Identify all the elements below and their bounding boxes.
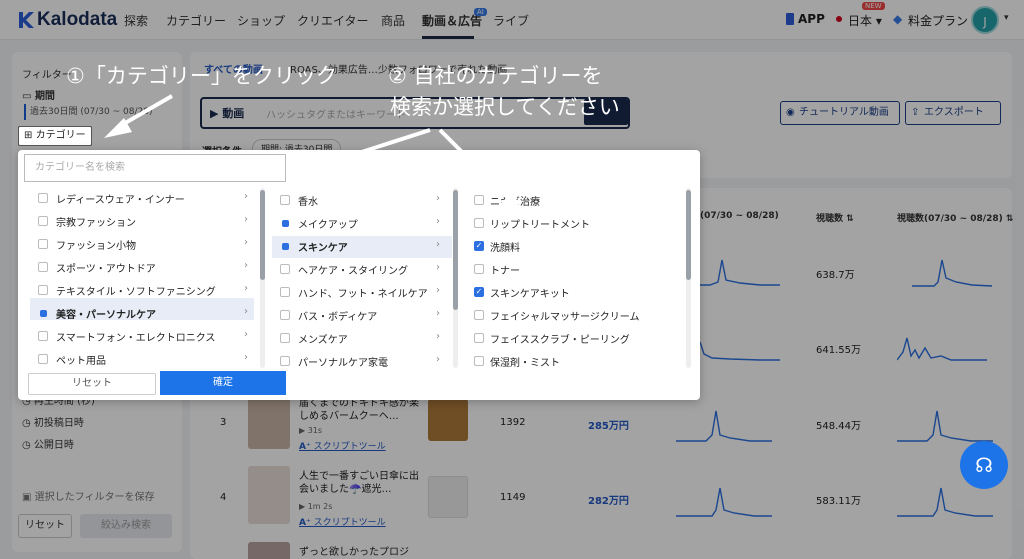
step3-annotation: ③「確定」を押す: [302, 375, 468, 399]
step2-annotation-line1: ② 自社のカテゴリーを: [388, 64, 603, 88]
step2-annotation-line2: 検索か選択してください: [390, 95, 620, 119]
headset-icon[interactable]: ☊: [960, 441, 1008, 489]
step1-annotation: ①「カテゴリー」をクリック: [66, 64, 337, 88]
